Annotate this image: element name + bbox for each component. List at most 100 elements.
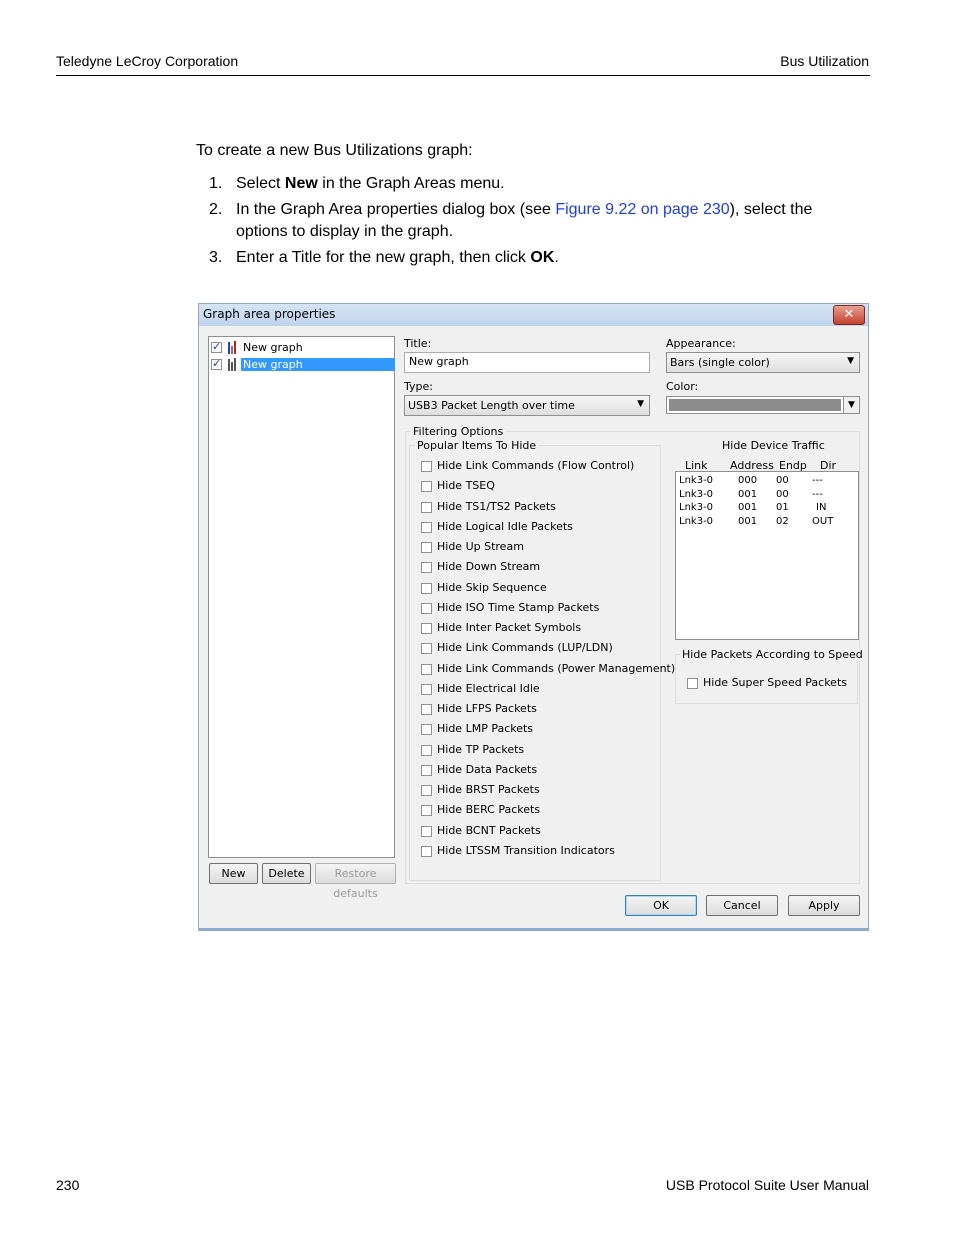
option-checkbox[interactable] [421,461,432,472]
option-checkbox[interactable] [421,825,432,837]
option-label: Hide BCNT Packets [437,823,541,837]
dropdown-arrow-icon: ▼ [843,397,859,413]
type-select[interactable]: USB3 Packet Length over time ▼ [404,395,650,416]
option-label: Hide ISO Time Stamp Packets [437,600,600,614]
popular-item-option[interactable]: Hide LTSSM Transition Indicators [421,844,661,860]
option-label: Hide Up Stream [437,540,524,553]
device-traffic-title: Hide Device Traffic [722,439,825,452]
option-checkbox[interactable] [421,521,432,533]
option-checkbox[interactable] [421,501,432,513]
device-cell: 01 [776,502,789,513]
option-checkbox[interactable] [421,683,432,695]
delete-button[interactable]: Delete [262,863,311,884]
device-cell: Lnk3-0 [679,475,714,486]
title-input[interactable]: New graph [404,352,650,373]
option-checkbox[interactable] [421,724,432,736]
device-cell: Lnk3-0 [679,488,714,500]
popular-item-option[interactable]: Hide TP Packets [421,743,661,759]
cancel-button[interactable]: Cancel [706,895,778,916]
color-picker[interactable]: ▼ [666,396,860,414]
popular-item-option[interactable]: Hide BRST Packets [421,783,661,799]
step-2: 2. In the Graph Area properties dialog b… [196,199,866,243]
popular-item-option[interactable]: Hide Inter Packet Symbols [421,621,661,637]
step-list: 1. Select New in the Graph Areas menu. 2… [196,173,866,273]
step-text: Select [236,175,285,192]
popular-item-option[interactable]: Hide LFPS Packets [421,702,661,718]
step-1: 1. Select New in the Graph Areas menu. [196,173,866,195]
tree-item-label: New graph [243,341,303,354]
step-text: In the Graph Area properties dialog box … [236,201,556,218]
popular-item-option[interactable]: Hide LMP Packets [421,722,661,738]
close-button[interactable]: ✕ [833,305,865,325]
type-value: USB3 Packet Length over time [408,399,575,412]
appearance-select[interactable]: Bars (single color) ▼ [666,352,860,373]
option-checkbox[interactable] [421,582,432,594]
popular-item-option[interactable]: Hide TSEQ [421,479,661,495]
option-checkbox[interactable] [421,785,432,796]
device-cell: Lnk3-0 [679,515,714,527]
ok-button[interactable]: OK [625,895,697,916]
option-checkbox[interactable] [421,481,432,493]
option-checkbox[interactable] [421,643,432,655]
device-traffic-list[interactable]: Lnk3-0 000 00 --- Lnk3-0 001 00 --- Lnk3-0 001 01 I… [675,471,859,640]
device-cell: --- [812,475,823,486]
option-label: Hide Electrical Idle [437,681,540,695]
option-checkbox[interactable] [421,663,432,675]
device-cell: 02 [776,515,789,527]
restore-defaults-button[interactable]: Restore defaults [315,863,396,900]
option-checkbox[interactable] [421,764,432,776]
option-checkbox[interactable] [421,744,432,756]
popular-item-option[interactable]: Hide Skip Sequence [421,581,661,597]
footer-page-number: 230 [56,1177,80,1193]
option-checkbox[interactable] [421,602,432,614]
popular-item-option[interactable]: Hide Electrical Idle [421,682,661,698]
option-label: Hide BRST Packets [437,783,540,796]
device-row[interactable]: Lnk3-0 001 01 IN [676,502,858,515]
popular-item-option[interactable]: Hide ISO Time Stamp Packets [421,601,661,617]
device-cell: 001 [738,488,758,500]
tree-item-graph-2[interactable]: New graph [211,357,395,373]
option-label: Hide Super Speed Packets [703,676,847,689]
popular-item-option[interactable]: Hide Down Stream [421,560,661,576]
step-3: 3. Enter a Title for the new graph, then… [196,247,866,269]
footer-manual-title: USB Protocol Suite User Manual [665,1177,869,1193]
device-cell: Lnk3-0 [679,502,714,513]
popular-item-option[interactable]: Hide Data Packets [421,763,661,779]
graph-tree[interactable]: New graph New graph [208,336,395,858]
apply-button[interactable]: Apply [788,895,860,916]
popular-item-option[interactable]: Hide Link Commands (LUP/LDN) [421,641,661,657]
popular-item-option[interactable]: Hide Up Stream [421,540,661,556]
figure-link[interactable]: Figure 9.22 on page 230 [555,201,729,218]
option-label: Hide LFPS Packets [437,702,537,715]
popular-item-option[interactable]: Hide Logical Idle Packets [421,520,661,536]
device-row[interactable]: Lnk3-0 000 00 --- [676,475,858,488]
tree-checkbox[interactable] [211,340,222,353]
device-cell: IN [816,502,827,513]
tree-checkbox[interactable] [211,357,222,370]
hide-super-speed-option[interactable]: Hide Super Speed Packets [687,676,927,692]
popular-item-option[interactable]: Hide BERC Packets [421,803,661,819]
dialog-titlebar[interactable]: Graph area properties ✕ [199,304,868,326]
device-cell: 00 [776,488,789,500]
speed-group-title: Hide Packets According to Speed [680,648,865,661]
step-number: 3. [209,249,223,266]
device-row[interactable]: Lnk3-0 001 00 --- [676,489,858,502]
popular-item-option[interactable]: Hide Link Commands (Flow Control) [421,459,661,475]
popular-item-option[interactable]: Hide Link Commands (Power Management) [421,662,675,678]
option-checkbox[interactable] [687,678,698,689]
option-checkbox[interactable] [421,542,432,553]
appearance-label: Appearance: [666,337,736,350]
title-label: Title: [404,337,432,350]
device-row[interactable]: Lnk3-0 001 02 OUT [676,516,858,529]
step-bold: OK [530,249,555,266]
option-checkbox[interactable] [421,562,432,574]
new-button[interactable]: New [209,863,258,884]
popular-item-option[interactable]: Hide BCNT Packets [421,824,661,840]
popular-item-option[interactable]: Hide TS1/TS2 Packets [421,500,661,516]
step-text: in the Graph Areas menu. [317,175,505,192]
option-checkbox[interactable] [421,845,432,857]
option-checkbox[interactable] [421,623,432,634]
option-checkbox[interactable] [421,704,432,715]
option-checkbox[interactable] [421,805,432,817]
tree-item-graph-1[interactable]: New graph [211,340,394,356]
